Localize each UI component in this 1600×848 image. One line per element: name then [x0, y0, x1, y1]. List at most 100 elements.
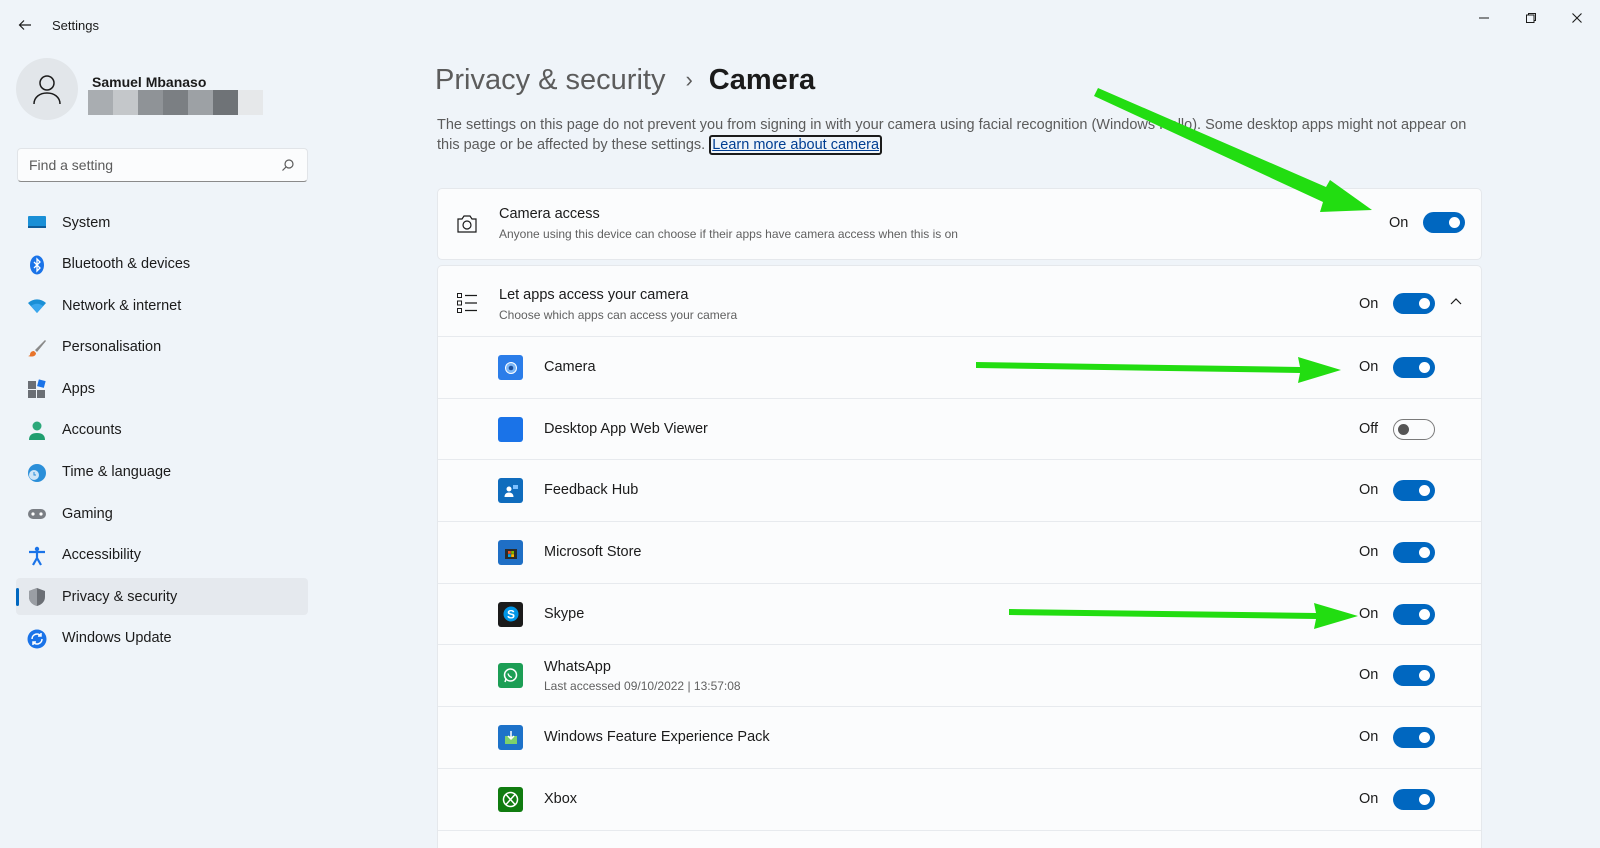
app-name: WhatsApp: [544, 659, 611, 676]
title-bar: Settings: [0, 0, 1600, 48]
chevron-up-icon[interactable]: [1450, 297, 1462, 305]
app-toggle-windows-feature-experience-pack[interactable]: [1393, 727, 1435, 749]
app-toggle-microsoft-store[interactable]: [1393, 542, 1435, 564]
sidebar-item-label: Windows Update: [62, 630, 172, 647]
accessibility-icon: [29, 546, 45, 566]
user-profile[interactable]: Samuel Mbanaso: [16, 58, 306, 122]
monitor-icon: [28, 216, 46, 228]
minimize-button[interactable]: [1461, 4, 1507, 32]
sidebar-item-label: Network & internet: [62, 297, 182, 314]
app-title: Settings: [52, 18, 99, 33]
camera-icon: [457, 215, 477, 233]
page-title: Camera: [708, 63, 816, 96]
sidebar-item-label: Personalisation: [62, 339, 162, 356]
app-toggle-camera[interactable]: [1393, 357, 1435, 378]
person-icon: [29, 421, 45, 440]
app-access-toggle[interactable]: [1393, 293, 1435, 314]
app-name: Feedback Hub: [544, 482, 639, 499]
whatsapp-icon: [498, 663, 523, 689]
sidebar-item-windows-update[interactable]: Windows Update: [16, 620, 308, 657]
search-icon[interactable]: [281, 158, 295, 172]
shield-icon: [29, 588, 45, 607]
page-description: The settings on this page do not prevent…: [437, 115, 1487, 155]
store-icon: [498, 540, 523, 566]
sidebar-item-apps[interactable]: Apps: [16, 370, 308, 407]
app-last-accessed: Last accessed 09/10/2022 | 13:57:08: [544, 679, 741, 694]
camera-access-toggle[interactable]: [1423, 212, 1465, 233]
app-access-header[interactable]: Let apps access your camera Choose which…: [438, 266, 1481, 337]
sidebar-item-label: Bluetooth & devices: [62, 256, 191, 273]
search-input[interactable]: [29, 157, 269, 173]
breadcrumb: Privacy & security › Camera: [435, 60, 815, 100]
app-toggle-feedback-hub[interactable]: [1393, 480, 1435, 502]
app-toggle-desktop-app-web-viewer[interactable]: [1393, 418, 1435, 440]
clock-globe-icon: [28, 463, 46, 482]
app-row-whatsapp: WhatsApp Last accessed 09/10/2022 | 13:5…: [438, 645, 1481, 708]
camera-access-state: On: [1389, 215, 1409, 231]
restore-button[interactable]: [1508, 4, 1554, 32]
app-row-windows-feature-experience-pack: Windows Feature Experience Pack On: [438, 707, 1481, 769]
app-state: On: [1359, 359, 1379, 375]
sidebar-item-label: Time & language: [62, 464, 172, 481]
sidebar-item-label: Privacy & security: [62, 588, 178, 605]
sidebar-item-privacy-security[interactable]: Privacy & security: [16, 578, 308, 616]
search-box[interactable]: [17, 148, 308, 182]
sidebar-item-bluetooth[interactable]: Bluetooth & devices: [16, 246, 308, 283]
skype-icon: S: [498, 601, 523, 627]
breadcrumb-separator: ›: [685, 67, 693, 92]
app-state: On: [1359, 605, 1379, 622]
feature-pack-icon: [498, 725, 523, 751]
bluetooth-icon: [30, 255, 44, 275]
app-name: Skype: [544, 605, 585, 622]
sidebar-item-system[interactable]: System: [16, 204, 308, 241]
breadcrumb-parent[interactable]: Privacy & security: [435, 64, 665, 97]
sidebar-item-network[interactable]: Network & internet: [16, 287, 308, 324]
sidebar-item-accounts[interactable]: Accounts: [16, 412, 308, 449]
back-button[interactable]: [12, 12, 38, 38]
sidebar-item-label: Accessibility: [62, 547, 141, 564]
gamepad-icon: [28, 509, 46, 520]
app-toggle-xbox[interactable]: [1393, 788, 1435, 810]
close-button[interactable]: [1554, 4, 1600, 32]
app-state: On: [1359, 482, 1379, 499]
app-name: Camera: [544, 359, 596, 375]
app-access-card: Let apps access your camera Choose which…: [437, 265, 1482, 848]
sidebar-item-time-language[interactable]: Time & language: [16, 454, 308, 491]
close-icon: [1572, 13, 1582, 23]
web-viewer-icon: [498, 416, 523, 442]
svg-text:S: S: [506, 608, 514, 622]
person-silhouette-icon: [33, 75, 61, 105]
xbox-icon: [498, 786, 523, 812]
avatar: [16, 58, 78, 120]
user-email-obscured: [88, 90, 263, 115]
restore-icon: [1526, 13, 1536, 23]
app-name: Desktop App Web Viewer: [544, 420, 708, 437]
sidebar-item-label: Accounts: [62, 422, 122, 439]
sidebar-item-personalisation[interactable]: Personalisation: [16, 329, 308, 366]
sidebar-item-label: Apps: [62, 380, 96, 397]
sidebar-item-label: System: [62, 214, 111, 231]
sidebar-nav: System Bluetooth & devices Network & int…: [16, 204, 308, 662]
list-icon: [457, 293, 477, 313]
description-text: The settings on this page do not prevent…: [437, 117, 1467, 153]
app-access-subtitle: Choose which apps can access your camera: [499, 308, 738, 322]
app-row-feedback-hub: Feedback Hub On: [438, 460, 1481, 523]
app-state: On: [1359, 729, 1379, 746]
user-name: Samuel Mbanaso: [92, 74, 207, 90]
app-toggle-skype[interactable]: [1393, 603, 1435, 625]
app-row-skype: S Skype On: [438, 584, 1481, 646]
app-name: Windows Feature Experience Pack: [544, 729, 770, 746]
app-row-desktop-app-web-viewer: Desktop App Web Viewer Off: [438, 399, 1481, 461]
app-access-title: Let apps access your camera: [499, 287, 689, 303]
camera-access-card: Camera access Anyone using this device c…: [437, 188, 1482, 260]
app-state: On: [1359, 544, 1379, 561]
sidebar-item-accessibility[interactable]: Accessibility: [16, 537, 308, 574]
sidebar-item-gaming[interactable]: Gaming: [16, 495, 308, 532]
app-toggle-whatsapp[interactable]: [1393, 665, 1435, 687]
wifi-icon: [28, 299, 46, 314]
arrow-left-icon: [18, 20, 31, 30]
app-name: Microsoft Store: [544, 544, 642, 561]
app-access-state: On: [1359, 296, 1379, 312]
learn-more-link[interactable]: Learn more about camera: [709, 135, 883, 155]
app-state: On: [1359, 667, 1379, 684]
